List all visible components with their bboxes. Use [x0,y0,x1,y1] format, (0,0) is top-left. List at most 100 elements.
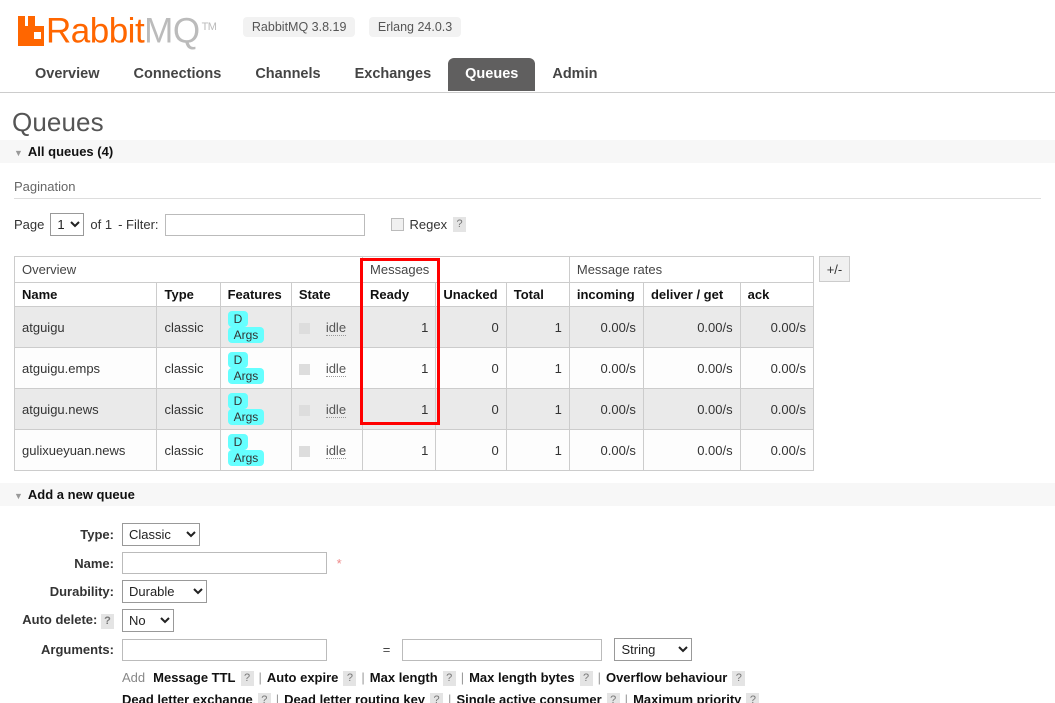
cell-queue-type: classic [156,306,221,348]
argument-value-input[interactable] [401,638,602,661]
add-queue-section: ▼ Add a new queue Type: Classic Name: * [0,483,1055,703]
rabbitmq-logo[interactable]: RabbitMQ TM [18,10,217,51]
collapse-triangle-icon-2: ▼ [14,490,23,501]
preset-single-active-consumer[interactable]: Single active consumer [456,692,601,703]
filter-input[interactable] [164,213,365,236]
column-header-unacked[interactable]: Unacked [435,282,507,307]
column-header-state[interactable]: State [290,282,364,307]
args-chip[interactable]: Args [227,409,265,425]
durability-select[interactable]: Durable [122,580,207,603]
preset-help-icon[interactable]: ? [579,671,593,687]
column-header-type[interactable]: Type [156,282,221,307]
column-header-total[interactable]: Total [505,282,570,307]
add-queue-label: Add a new queue [27,487,135,502]
queues-table-wrapper: Overview Messages Message rates Name Typ… [13,256,850,471]
cell-queue-name[interactable]: atguigu.news [13,388,158,430]
regex-checkbox[interactable] [390,218,404,231]
queues-table-body: atguigu classic DArgs idle 1 0 1 0.00/s 0.00/s 0.… [13,306,815,471]
cell-rate-incoming: 0.00/s [568,429,644,471]
args-chip[interactable]: Args [227,450,265,466]
preset-message-ttl[interactable]: Message TTL [153,670,235,685]
cell-messages-total: 1 [505,388,570,430]
column-header-incoming[interactable]: incoming [568,282,644,307]
cell-rate-ack: 0.00/s [739,347,815,389]
queues-table: Overview Messages Message rates Name Typ… [13,256,815,471]
type-select[interactable]: Classic [122,523,200,546]
cell-queue-name[interactable]: atguigu [13,306,158,348]
preset-maximum-priority[interactable]: Maximum priority [633,692,741,703]
all-queues-section-header[interactable]: ▼ All queues (4) [0,140,1055,163]
cell-rate-ack: 0.00/s [739,388,815,430]
preset-dead-letter-routing-key[interactable]: Dead letter routing key [284,692,425,703]
cell-queue-name[interactable]: gulixueyuan.news [13,429,158,471]
preset-overflow-behaviour[interactable]: Overflow behaviour [606,670,727,685]
logo-wordmark: RabbitMQ TM [46,10,217,51]
pagination-controls: Page 1 of 1 - Filter: Regex ? [14,213,1055,236]
logo-text-rabbit: Rabbit [46,11,145,51]
column-header-deliver-get[interactable]: deliver / get [642,282,741,307]
preset-separator: | [258,670,262,685]
argument-key-input[interactable] [122,638,327,661]
preset-max-length[interactable]: Max length [370,670,438,685]
table-row[interactable]: atguigu.news classic DArgs idle 1 0 1 0.00/s 0.0… [13,388,815,430]
state-text: idle [325,319,347,336]
all-queues-label: All queues (4) [27,144,114,159]
tab-queues[interactable]: Queues [448,58,536,91]
column-header-features[interactable]: Features [219,282,292,307]
argument-key-cell [118,635,379,664]
preset-help-icon[interactable]: ? [257,693,271,703]
durable-chip[interactable]: D [227,352,249,368]
column-header-ready[interactable]: Ready [362,282,437,307]
regex-help-icon[interactable]: ? [453,217,467,232]
preset-help-icon[interactable]: ? [746,693,760,703]
toggle-columns-button[interactable]: +/- [819,256,850,282]
tab-channels[interactable]: Channels [238,58,337,91]
preset-help-icon[interactable]: ? [442,671,456,687]
preset-max-length-bytes[interactable]: Max length bytes [469,670,574,685]
durable-chip[interactable]: D [227,393,249,409]
durable-chip[interactable]: D [227,434,249,450]
preset-dead-letter-exchange[interactable]: Dead letter exchange [122,692,253,703]
main-content: Queues ▼ All queues (4) Pagination Page 1… [0,107,1055,703]
column-header-name[interactable]: Name [13,282,158,307]
queue-name-input[interactable] [122,552,327,574]
argument-equals-sign: = [382,642,391,657]
preset-help-icon[interactable]: ? [606,693,620,703]
table-row[interactable]: gulixueyuan.news classic DArgs idle 1 0 1 0.00/… [13,429,815,471]
collapse-triangle-icon: ▼ [14,147,23,158]
page-select[interactable]: 1 [50,213,85,236]
preset-auto-expire[interactable]: Auto expire [267,670,339,685]
tab-exchanges[interactable]: Exchanges [338,58,449,91]
args-chip[interactable]: Args [227,368,265,384]
name-label: Name: [74,555,114,571]
tab-connections[interactable]: Connections [117,58,239,91]
argument-type-select[interactable]: String [614,638,693,661]
filter-label: - Filter: [118,217,159,232]
cell-queue-state: idle [290,347,364,389]
durable-chip[interactable]: D [227,311,249,327]
state-text: idle [325,442,347,459]
page-header: RabbitMQ TM RabbitMQ 3.8.19 Erlang 24.0.3 [0,0,1055,58]
tab-overview[interactable]: Overview [18,58,117,91]
cell-messages-ready: 1 [362,306,437,348]
table-row[interactable]: atguigu.emps classic DArgs idle 1 0 1 0.00/s 0.0… [13,347,815,389]
state-indicator-icon [298,445,310,457]
preset-help-icon[interactable]: ? [343,671,357,687]
preset-help-icon[interactable]: ? [240,671,254,687]
argument-equals-cell: = [379,635,398,664]
page-total-label: of 1 [90,217,113,232]
cell-queue-state: idle [290,306,364,348]
cell-rate-deliver-get: 0.00/s [642,347,741,389]
column-header-ack[interactable]: ack [739,282,815,307]
tab-admin[interactable]: Admin [535,58,614,91]
preset-help-icon[interactable]: ? [430,693,444,703]
args-chip[interactable]: Args [227,327,265,343]
argument-value-cell: String [398,635,764,664]
page-label: Page [14,217,45,232]
auto-delete-help-icon[interactable]: ? [101,613,114,629]
table-row[interactable]: atguigu classic DArgs idle 1 0 1 0.00/s 0.00/s 0.… [13,306,815,348]
add-queue-section-header[interactable]: ▼ Add a new queue [0,483,1055,506]
preset-help-icon[interactable]: ? [732,671,746,687]
auto-delete-select[interactable]: No [122,609,174,632]
cell-queue-name[interactable]: atguigu.emps [13,347,158,389]
